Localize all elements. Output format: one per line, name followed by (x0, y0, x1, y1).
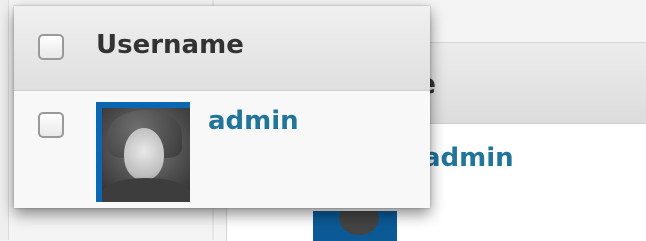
avatar (96, 102, 190, 202)
select-all-checkbox[interactable] (38, 34, 64, 60)
background-avatar-photo (339, 211, 379, 235)
background-username-link[interactable]: admin (423, 143, 514, 173)
username-link[interactable]: admin (208, 106, 299, 136)
background-avatar (313, 211, 397, 241)
username-column-header[interactable]: Username (96, 30, 244, 60)
row-checkbox[interactable] (38, 112, 64, 138)
zoomed-table-callout: Username admin (14, 6, 430, 208)
photo-face (124, 128, 164, 180)
user-photo (102, 108, 190, 202)
background-left-column (0, 0, 9, 240)
table-header-row: Username (14, 6, 430, 91)
photo-shoulder (102, 178, 190, 202)
